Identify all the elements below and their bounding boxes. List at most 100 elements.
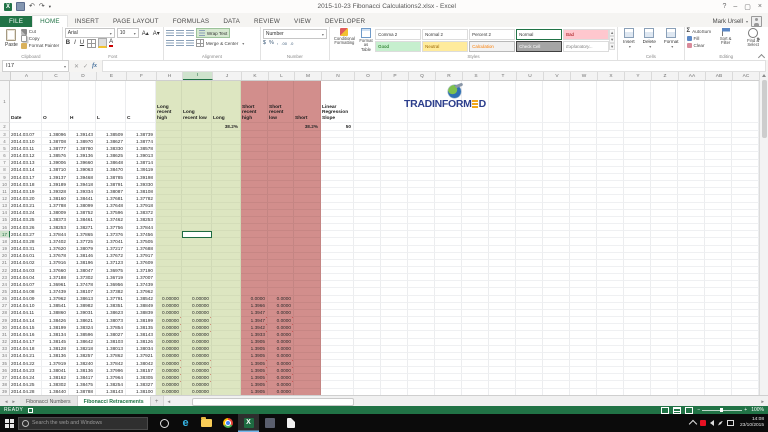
row-header-33[interactable]: 33: [0, 345, 10, 353]
cell[interactable]: [678, 324, 705, 332]
cell[interactable]: 1.37190: [126, 266, 156, 275]
cell[interactable]: [321, 367, 354, 375]
cell[interactable]: [570, 352, 597, 360]
cell[interactable]: [462, 181, 489, 189]
vertical-scroll-thumb[interactable]: [761, 80, 767, 138]
cell[interactable]: [705, 367, 732, 375]
cell[interactable]: 1.38199: [42, 324, 69, 332]
cell[interactable]: [732, 274, 759, 282]
cell[interactable]: [678, 374, 705, 382]
cell[interactable]: [381, 159, 408, 167]
cell[interactable]: [241, 123, 268, 131]
cell[interactable]: 2014.03.11: [10, 145, 42, 153]
cell[interactable]: [462, 309, 489, 318]
cell[interactable]: 2014.03.18: [10, 181, 42, 189]
row-header-21[interactable]: 21: [0, 259, 10, 267]
cell[interactable]: [354, 245, 381, 253]
cell[interactable]: [543, 81, 570, 123]
format-painter-button[interactable]: Format Painter: [20, 42, 59, 49]
cell[interactable]: [182, 166, 212, 174]
cell[interactable]: [435, 352, 462, 360]
cell[interactable]: [516, 195, 543, 203]
tab-nav-left-icon[interactable]: ◄: [4, 399, 8, 404]
cell[interactable]: 1.38160: [42, 195, 69, 203]
cell[interactable]: 1.37217: [96, 245, 126, 253]
cell[interactable]: [543, 259, 570, 267]
cell[interactable]: 1.38710: [42, 166, 69, 174]
column-header-A[interactable]: A: [11, 72, 43, 80]
cell[interactable]: 2014.04.15: [10, 324, 42, 332]
cell[interactable]: [624, 345, 651, 353]
cell[interactable]: [732, 259, 759, 267]
cell[interactable]: [212, 288, 241, 296]
cell[interactable]: [462, 216, 489, 225]
cell[interactable]: [212, 374, 241, 382]
cell[interactable]: [268, 288, 294, 296]
cell[interactable]: [42, 123, 69, 131]
cell[interactable]: [597, 317, 624, 325]
cell[interactable]: 1.37041: [96, 238, 126, 246]
cell[interactable]: [732, 295, 759, 303]
cell[interactable]: 1.38642: [69, 338, 96, 346]
cell[interactable]: [543, 352, 570, 360]
cell[interactable]: [705, 224, 732, 232]
tray-expand-icon[interactable]: [688, 419, 698, 429]
cell[interactable]: 1.37596: [96, 209, 126, 217]
cell[interactable]: [268, 152, 294, 160]
cell[interactable]: [705, 309, 732, 318]
cell[interactable]: [651, 152, 678, 160]
cell[interactable]: [182, 231, 212, 239]
cell[interactable]: [732, 209, 759, 217]
cell[interactable]: [678, 259, 705, 267]
cell[interactable]: [624, 266, 651, 275]
cell[interactable]: [678, 331, 705, 339]
cell[interactable]: [354, 345, 381, 353]
cell[interactable]: 1.38714: [126, 159, 156, 167]
cell[interactable]: [543, 381, 570, 389]
cell[interactable]: [182, 138, 212, 146]
cell[interactable]: [570, 166, 597, 174]
cell[interactable]: [354, 317, 381, 325]
cell[interactable]: [516, 238, 543, 246]
cell[interactable]: [489, 381, 516, 389]
cell[interactable]: [156, 152, 182, 160]
row-header-18[interactable]: 18: [0, 238, 10, 246]
align-middle-icon[interactable]: [175, 30, 184, 36]
cell[interactable]: [381, 131, 408, 139]
cell[interactable]: 2014.04.08: [10, 288, 42, 296]
cell[interactable]: 1.37505: [126, 238, 156, 246]
cell[interactable]: [212, 360, 241, 368]
cell[interactable]: [408, 288, 435, 296]
cell[interactable]: [156, 238, 182, 246]
cell[interactable]: [381, 352, 408, 360]
cell[interactable]: 1.3905: [241, 374, 268, 382]
cell[interactable]: [381, 252, 408, 260]
cell[interactable]: [516, 331, 543, 339]
cell[interactable]: [489, 159, 516, 167]
style-chip-check-cell[interactable]: Check Cell: [516, 41, 563, 52]
cell[interactable]: [462, 152, 489, 160]
cell[interactable]: [678, 181, 705, 189]
cell[interactable]: [435, 152, 462, 160]
cell[interactable]: 1.38627: [96, 138, 126, 146]
cell[interactable]: [294, 202, 321, 210]
cell[interactable]: [241, 131, 268, 139]
cell[interactable]: 1.3905: [241, 381, 268, 389]
copy-button[interactable]: Copy: [20, 35, 59, 42]
cell[interactable]: [268, 274, 294, 282]
cell[interactable]: [570, 202, 597, 210]
cell[interactable]: Linear Regression Slope: [321, 81, 354, 123]
cell[interactable]: [321, 173, 354, 182]
cell[interactable]: [435, 188, 462, 196]
cell[interactable]: [570, 231, 597, 239]
cell[interactable]: [516, 352, 543, 360]
cell[interactable]: [462, 360, 489, 368]
cell[interactable]: [651, 238, 678, 246]
cell[interactable]: 0.0000: [268, 302, 294, 310]
cell[interactable]: [241, 281, 268, 289]
cell[interactable]: [462, 188, 489, 196]
cell[interactable]: 1.39137: [42, 173, 69, 182]
cell[interactable]: 1.37921: [126, 352, 156, 360]
cell[interactable]: [435, 181, 462, 189]
cell[interactable]: [651, 166, 678, 174]
